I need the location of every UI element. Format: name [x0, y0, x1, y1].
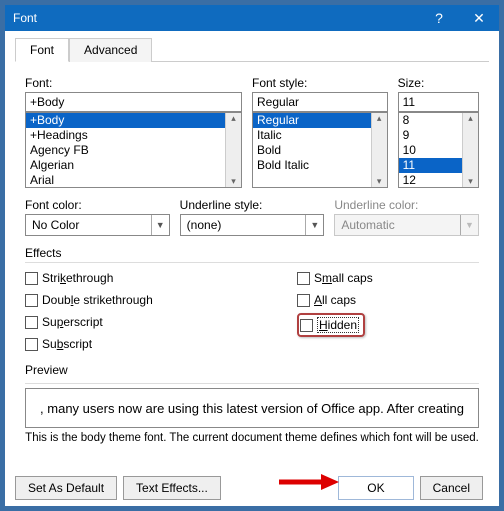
- font-label: Font:: [25, 76, 242, 90]
- tab-font[interactable]: Font: [15, 38, 69, 62]
- chevron-down-icon: ▼: [460, 215, 478, 235]
- list-item[interactable]: Bold: [253, 143, 371, 158]
- hidden-checkbox[interactable]: Hidden: [300, 316, 359, 334]
- list-item[interactable]: Italic: [253, 128, 371, 143]
- scrollbar[interactable]: [371, 113, 387, 187]
- list-item[interactable]: Arial: [26, 173, 225, 188]
- font-color-label: Font color:: [25, 198, 170, 212]
- chevron-down-icon: ▼: [305, 215, 323, 235]
- dialog-body: Font Advanced Font: +Body +Headings Agen…: [5, 31, 499, 506]
- font-list[interactable]: +Body +Headings Agency FB Algerian Arial: [25, 112, 242, 188]
- list-item[interactable]: +Headings: [26, 128, 225, 143]
- font-picker-row: Font: +Body +Headings Agency FB Algerian…: [25, 76, 479, 188]
- strikethrough-checkbox[interactable]: Strikethrough: [25, 269, 207, 287]
- underline-style-dropdown[interactable]: (none) ▼: [180, 214, 325, 236]
- font-color-value: No Color: [32, 218, 79, 232]
- small-caps-checkbox[interactable]: Small caps: [297, 269, 373, 287]
- list-item[interactable]: 12: [399, 173, 462, 188]
- tab-advanced[interactable]: Advanced: [69, 38, 152, 62]
- arrow-annotation: [279, 472, 339, 492]
- font-color-dropdown[interactable]: No Color ▼: [25, 214, 170, 236]
- scrollbar[interactable]: [462, 113, 478, 187]
- cancel-button[interactable]: Cancel: [420, 476, 483, 500]
- effects-box: Strikethrough Double strikethrough Super…: [25, 262, 479, 353]
- subscript-checkbox[interactable]: Subscript: [25, 335, 207, 353]
- text-effects-button[interactable]: Text Effects...: [123, 476, 221, 500]
- all-caps-checkbox[interactable]: All caps: [297, 291, 356, 309]
- size-list[interactable]: 8 9 10 11 12: [398, 112, 479, 188]
- list-item[interactable]: 9: [399, 128, 462, 143]
- color-row: Font color: No Color ▼ Underline style: …: [25, 198, 479, 236]
- underline-color-dropdown: Automatic ▼: [334, 214, 479, 236]
- underline-color-label: Underline color:: [334, 198, 479, 212]
- close-button[interactable]: ✕: [459, 5, 499, 31]
- font-input[interactable]: [25, 92, 242, 112]
- list-item[interactable]: 10: [399, 143, 462, 158]
- chevron-down-icon: ▼: [151, 215, 169, 235]
- tabs: Font Advanced: [15, 37, 489, 62]
- style-label: Font style:: [252, 76, 388, 90]
- preview-note: This is the body theme font. The current…: [25, 432, 479, 444]
- set-as-default-button[interactable]: Set As Default: [15, 476, 117, 500]
- underline-color-value: Automatic: [341, 218, 394, 232]
- size-label: Size:: [398, 76, 479, 90]
- effects-label: Effects: [25, 246, 479, 260]
- bottom-bar: Set As Default Text Effects... OK Cancel: [15, 476, 489, 500]
- titlebar: Font ? ✕: [5, 5, 499, 31]
- double-strikethrough-checkbox[interactable]: Double strikethrough: [25, 291, 207, 309]
- style-input[interactable]: [252, 92, 388, 112]
- underline-style-label: Underline style:: [180, 198, 325, 212]
- list-item[interactable]: Algerian: [26, 158, 225, 173]
- preview-box: , many users now are using this latest v…: [25, 388, 479, 428]
- list-item[interactable]: Regular: [253, 113, 371, 128]
- window-title: Font: [5, 11, 419, 25]
- hidden-highlight: Hidden: [297, 313, 365, 337]
- scrollbar[interactable]: [225, 113, 241, 187]
- list-item[interactable]: Bold Italic: [253, 158, 371, 173]
- list-item[interactable]: 8: [399, 113, 462, 128]
- list-item[interactable]: +Body: [26, 113, 225, 128]
- ok-button[interactable]: OK: [338, 476, 413, 500]
- underline-style-value: (none): [187, 218, 222, 232]
- preview-label: Preview: [25, 363, 479, 377]
- help-button[interactable]: ?: [419, 5, 459, 31]
- style-list[interactable]: Regular Italic Bold Bold Italic: [252, 112, 388, 188]
- list-item[interactable]: Agency FB: [26, 143, 225, 158]
- size-input[interactable]: [398, 92, 479, 112]
- superscript-checkbox[interactable]: Superscript: [25, 313, 207, 331]
- list-item[interactable]: 11: [399, 158, 462, 173]
